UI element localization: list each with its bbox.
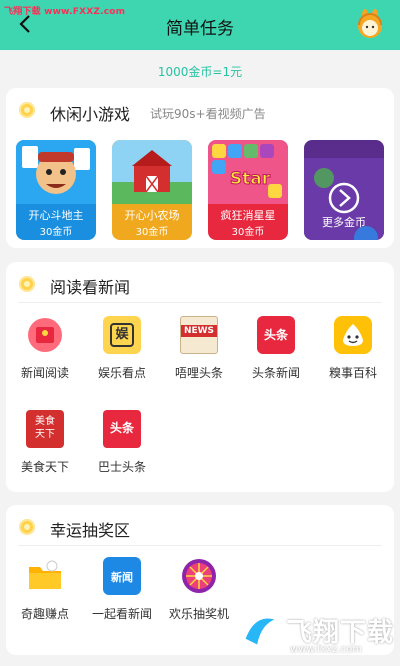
game-name: 开心小农场 bbox=[124, 209, 180, 222]
coin-icon bbox=[19, 519, 35, 535]
bus-glyph: 头条 bbox=[109, 421, 134, 435]
customer-service-icon[interactable] bbox=[354, 9, 386, 41]
lottery-item-qiqu[interactable]: 奇趣赚点 bbox=[9, 557, 81, 629]
game-coins: 30金币 bbox=[135, 227, 169, 238]
game-name: 开心斗地主 bbox=[28, 209, 84, 222]
farm-art-icon bbox=[112, 140, 192, 204]
item-label: 奇趣赚点 bbox=[20, 607, 69, 621]
game-name: 疯狂消星星 bbox=[220, 209, 276, 222]
news-card: 阅读看新闻 新闻阅读 娱 娱乐看点 NEWS 唔哩头条 头条 头条新闻 糗事百科… bbox=[6, 262, 394, 492]
toutiao-glyph: 头条 bbox=[263, 328, 288, 342]
games-section-subtitle: 试玩90s+看视频广告 bbox=[150, 107, 266, 121]
news-item-bus[interactable]: 头条 巴士头条 bbox=[86, 410, 158, 482]
game-card-doudizhu[interactable]: 开心斗地主 30金币 bbox=[16, 140, 96, 240]
coin-icon bbox=[19, 102, 35, 118]
star-game-art-icon: Star bbox=[208, 140, 288, 204]
page-title: 简单任务 bbox=[166, 19, 234, 39]
fxxz-logo-icon bbox=[238, 610, 282, 654]
entertainment-glyph: 娱 bbox=[110, 323, 134, 347]
item-label: 欢乐抽奖机 bbox=[168, 607, 229, 621]
news-together-glyph: 新闻 bbox=[111, 571, 133, 584]
news-item-toutiao[interactable]: 头条 头条新闻 bbox=[240, 316, 312, 388]
star-text: Star bbox=[230, 169, 271, 189]
game-coins: 30金币 bbox=[231, 227, 265, 238]
coin-icon bbox=[19, 276, 35, 292]
watermark-url: www.fxxz.com bbox=[290, 644, 362, 655]
news-item-entertainment[interactable]: 娱 娱乐看点 bbox=[86, 316, 158, 388]
header-bar: 飞翔下载 www.FXXZ.com 简单任务 bbox=[0, 0, 400, 50]
item-label: 巴士头条 bbox=[97, 460, 146, 474]
food-icon: 美食天下 bbox=[26, 410, 64, 448]
lottery-item-news-together[interactable]: 新闻 一起看新闻 bbox=[86, 557, 158, 629]
item-label: 一起看新闻 bbox=[91, 607, 152, 621]
qiushi-icon bbox=[334, 316, 372, 354]
item-label: 美食天下 bbox=[20, 460, 69, 474]
item-label: 唔哩头条 bbox=[174, 366, 223, 380]
games-section-title: 休闲小游戏 bbox=[50, 105, 131, 124]
news-item-food[interactable]: 美食天下 美食天下 bbox=[9, 410, 81, 482]
food-glyph: 美食天下 bbox=[35, 416, 55, 440]
doudizhu-art-icon bbox=[16, 140, 96, 204]
red-envelope-icon bbox=[28, 318, 62, 352]
lottery-item-wheel[interactable]: 欢乐抽奖机 bbox=[163, 557, 235, 629]
news-item-reading[interactable]: 新闻阅读 bbox=[9, 316, 81, 388]
watermark-logo: 飞翔下载 www.fxxz.com bbox=[236, 606, 396, 662]
news-item-wuli[interactable]: NEWS 唔哩头条 bbox=[163, 316, 235, 388]
lottery-wheel-icon bbox=[182, 559, 216, 593]
item-label: 娱乐看点 bbox=[97, 366, 146, 380]
news-item-qiushi[interactable]: 糗事百科 bbox=[317, 316, 389, 388]
news-paper-icon: NEWS bbox=[180, 316, 218, 354]
news-glyph: NEWS bbox=[181, 325, 217, 337]
news-section-title: 阅读看新闻 bbox=[50, 278, 131, 297]
entertainment-icon: 娱 bbox=[103, 316, 141, 354]
item-label: 头条新闻 bbox=[251, 366, 300, 380]
toutiao-icon: 头条 bbox=[257, 316, 295, 354]
game-card-farm[interactable]: 开心小农场 30金币 bbox=[112, 140, 192, 240]
divider bbox=[18, 545, 382, 546]
item-label: 糗事百科 bbox=[328, 366, 377, 380]
item-label: 新闻阅读 bbox=[20, 366, 69, 380]
news-together-icon: 新闻 bbox=[103, 557, 141, 595]
game-coins: 30金币 bbox=[39, 227, 73, 238]
bus-news-icon: 头条 bbox=[103, 410, 141, 448]
lottery-section-title: 幸运抽奖区 bbox=[50, 521, 131, 540]
game-name: 更多金币 bbox=[322, 216, 366, 229]
exchange-rate-text: 1000金币=1元 bbox=[157, 65, 243, 79]
games-card: 休闲小游戏 试玩90s+看视频广告 开心斗地主 30金币 开心小农场 30金币 bbox=[6, 88, 394, 248]
folder-icon bbox=[29, 560, 61, 589]
game-card-more[interactable]: 更多金币 bbox=[304, 140, 384, 240]
game-card-star[interactable]: Star 疯狂消星星 30金币 bbox=[208, 140, 288, 240]
divider bbox=[18, 302, 382, 303]
